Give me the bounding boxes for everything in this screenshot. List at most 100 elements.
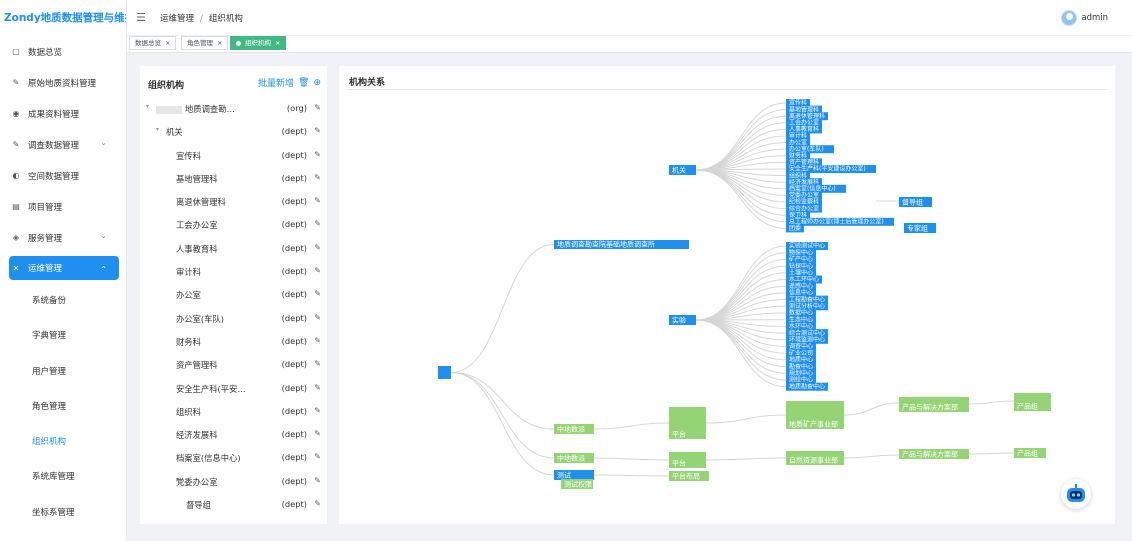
tree-node[interactable]: 财务科 (dept) ✎: [140, 330, 327, 353]
tree-node[interactable]: ▾ 党委办公室 (dept) ✎: [140, 470, 327, 493]
username[interactable]: admin: [1081, 13, 1108, 23]
tree-node[interactable]: 办公室(车队) (dept) ✎: [140, 307, 327, 330]
tree-node[interactable]: 基地管理科 (dept) ✎: [140, 167, 327, 190]
edit-icon[interactable]: ✎: [314, 429, 321, 438]
close-icon[interactable]: ×: [275, 39, 280, 47]
edit-icon[interactable]: ✎: [314, 313, 321, 322]
tree-node[interactable]: 审计科 (dept) ✎: [140, 260, 327, 283]
chart-node[interactable]: 专家组: [904, 223, 936, 233]
edit-icon[interactable]: ✎: [314, 103, 321, 112]
chart-node[interactable]: 地质勘查中心: [786, 382, 828, 391]
edit-icon[interactable]: ✎: [314, 499, 321, 508]
sidebar-subitem[interactable]: 角色管理: [0, 390, 126, 425]
caret-down-icon[interactable]: ▾: [146, 103, 149, 110]
sidebar-item[interactable]: ✎ 调查数据管理 ⌄: [9, 129, 119, 160]
sidebar-item[interactable]: ✕ 运维管理 ⌃: [9, 256, 119, 280]
add-circle-icon[interactable]: ⊕: [313, 78, 321, 88]
sidebar-subitem[interactable]: 资源文件管理: [0, 531, 126, 541]
close-icon[interactable]: ×: [165, 39, 170, 47]
tree-node[interactable]: 离退休管理科 (dept) ✎: [140, 190, 327, 213]
avatar[interactable]: [1061, 10, 1078, 26]
tree-link: [843, 402, 900, 416]
tree-node-text: 办公室(车队): [176, 313, 224, 324]
edit-icon[interactable]: ✎: [314, 383, 321, 392]
edit-icon[interactable]: ✎: [314, 359, 321, 368]
tree-node[interactable]: 组织科 (dept) ✎: [140, 400, 327, 423]
edit-icon[interactable]: ✎: [314, 406, 321, 415]
tree-node[interactable]: 督导组 (dept) ✎: [140, 493, 327, 516]
chart-node-label: 测试权限: [564, 480, 592, 489]
tree-node[interactable]: 办公室 (dept) ✎: [140, 283, 327, 306]
chart-node[interactable]: 平台布局: [669, 471, 709, 481]
chart-node[interactable]: 中地数派: [554, 424, 594, 434]
edit-icon[interactable]: ✎: [314, 173, 321, 182]
edit-icon[interactable]: ✎: [314, 452, 321, 461]
sidebar-item[interactable]: ▤ 项目管理: [9, 191, 119, 222]
edit-icon[interactable]: ✎: [314, 219, 321, 228]
chart-node[interactable]: 产品组: [1014, 393, 1051, 411]
chart-node[interactable]: 产品组: [1014, 448, 1046, 458]
tree-node-text: 工会办公室: [176, 220, 218, 231]
chart-node[interactable]: 产品与解决方案部: [899, 449, 969, 459]
chart-node[interactable]: 团委: [786, 224, 804, 233]
tree-node[interactable]: 安全生产科(平安… (dept) ✎: [140, 377, 327, 400]
edit-icon[interactable]: ✎: [314, 336, 321, 345]
tree-node[interactable]: 档案室(信息中心) (dept) ✎: [140, 446, 327, 469]
edit-icon[interactable]: ✎: [314, 243, 321, 252]
chart-node[interactable]: 测试: [554, 470, 594, 480]
tree-node[interactable]: ▾ 机关 (dept) ✎: [140, 120, 327, 143]
tree-link: [843, 454, 900, 459]
tree-node[interactable]: ▾ 地质调查勘… (org) ✎: [140, 97, 327, 120]
chart-node[interactable]: [438, 366, 451, 379]
chart-node[interactable]: 产品与解决方案部: [899, 397, 969, 412]
delete-icon[interactable]: 🗑: [298, 78, 309, 88]
tree-node[interactable]: 资产管理科 (dept) ✎: [140, 353, 327, 376]
edit-icon[interactable]: ✎: [314, 196, 321, 205]
tree-node[interactable]: 宣传科 (dept) ✎: [140, 144, 327, 167]
chart-node[interactable]: 机关: [669, 165, 696, 175]
sidebar-item[interactable]: ✎ 原始地质资料管理: [9, 67, 119, 98]
chart-node[interactable]: 督导组: [899, 197, 932, 207]
breadcrumb-item[interactable]: 运维管理: [160, 14, 194, 24]
chart-node[interactable]: 测试权限: [561, 479, 593, 489]
sidebar-item[interactable]: ◉ 成果资料管理: [9, 98, 119, 129]
chart-node[interactable]: 实验: [669, 315, 696, 325]
chart-node[interactable]: 平台: [669, 407, 706, 439]
chart-node[interactable]: 平台: [669, 452, 706, 468]
sidebar-subitem[interactable]: 系统备份: [0, 284, 126, 319]
menu-fold-icon[interactable]: ☰: [136, 11, 146, 24]
sidebar-subitem[interactable]: 组织机构: [0, 425, 126, 460]
sidebar-subitem[interactable]: 字典管理: [0, 319, 126, 354]
chart-node[interactable]: 地质矿产事业部: [786, 401, 844, 429]
sidebar-item[interactable]: ◐ 空间数据管理: [9, 160, 119, 191]
chart-node[interactable]: 自然资源事业部: [786, 451, 844, 465]
edit-icon[interactable]: ✎: [314, 150, 321, 159]
panel-title: 机构关系: [349, 78, 386, 88]
edit-icon[interactable]: ✎: [314, 476, 321, 485]
main-content: 组织机构 批量新增 🗑 ⊕ ▾ 地质调查勘… (org) ✎ ▾ 机关 (dept) ✎ 宣传科…: [127, 53, 1132, 541]
chart-node[interactable]: 中地数派: [554, 453, 594, 463]
tree-node[interactable]: 人事教育科 (dept) ✎: [140, 237, 327, 260]
user-menu[interactable]: admin: [1061, 10, 1108, 26]
tree-node-label: 资产管理科: [176, 359, 218, 371]
tab[interactable]: 组织机构 ×: [230, 36, 287, 50]
edit-icon[interactable]: ✎: [314, 266, 321, 275]
edit-icon[interactable]: ✎: [314, 289, 321, 298]
sidebar-item[interactable]: ◈ 服务管理 ⌄: [9, 222, 119, 253]
tab[interactable]: 角色管理 ×: [181, 36, 229, 50]
robot-icon: [1067, 484, 1085, 502]
tree-node[interactable]: 工会办公室 (dept) ✎: [140, 213, 327, 236]
edit-icon[interactable]: ✎: [314, 126, 321, 135]
sidebar-item[interactable]: ▢ 数据总览: [9, 36, 119, 67]
tree-node[interactable]: 经济发展科 (dept) ✎: [140, 423, 327, 446]
assistant-robot-button[interactable]: [1061, 479, 1091, 509]
sidebar-subitem[interactable]: 用户管理: [0, 355, 126, 390]
batch-add-button[interactable]: 批量新增: [258, 76, 294, 89]
close-icon[interactable]: ×: [217, 39, 222, 47]
tab[interactable]: 数据总览 ×: [129, 36, 177, 50]
chart-node[interactable]: 地质调查勘查院基础地质调查所: [554, 240, 689, 249]
caret-down-icon[interactable]: ▾: [156, 126, 159, 133]
sidebar-item-label: 原始地质资料管理: [28, 78, 97, 89]
sidebar-subitem[interactable]: 坐标系管理: [0, 496, 126, 531]
sidebar-subitem[interactable]: 系统库管理: [0, 460, 126, 495]
